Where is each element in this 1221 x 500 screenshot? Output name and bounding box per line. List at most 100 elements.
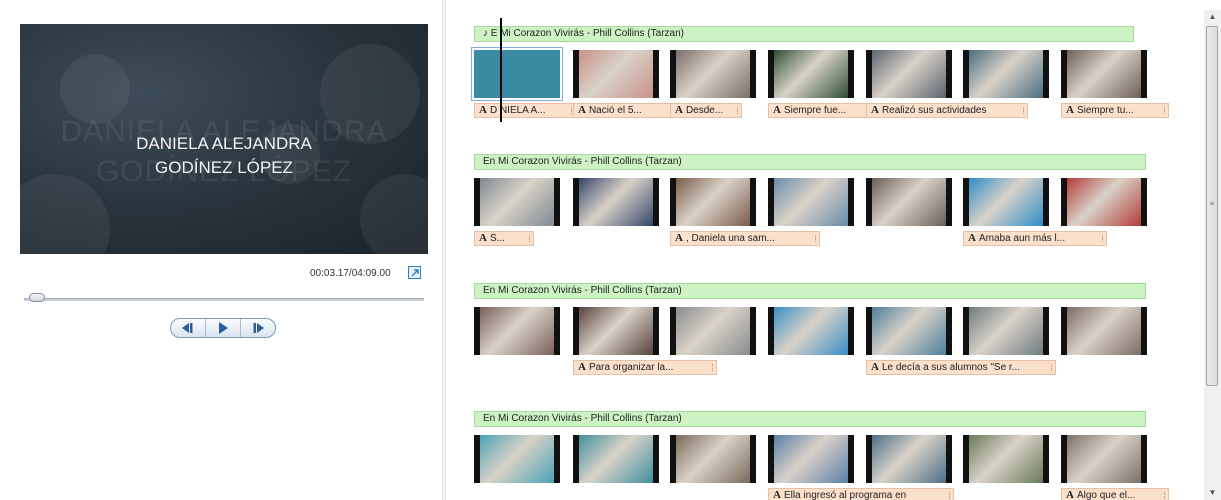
video-clip-thumbnail[interactable] [866,178,952,226]
clip-image [579,178,653,226]
caption-block[interactable]: A Algo que el... [1061,488,1169,500]
clip-image [676,50,750,98]
clip-image [676,435,750,483]
caption-text: , Daniela una sam... [685,233,775,244]
fullscreen-preview-button[interactable] [408,266,421,279]
caption-text: Nació el 5... [588,105,642,116]
video-clip-thumbnail[interactable] [1061,307,1147,355]
video-clip-thumbnail[interactable] [768,307,854,355]
clip-image [969,178,1043,226]
text-caption-icon: A [1066,489,1074,500]
text-caption-icon: A [479,232,487,244]
video-clip-thumbnail[interactable] [1061,178,1147,226]
caption-block[interactable]: A S... [474,231,534,246]
video-clip-thumbnail[interactable] [573,307,659,355]
text-caption-icon: A [871,104,879,116]
text-caption-icon: A [968,232,976,244]
music-track-bar[interactable]: En Mi Corazon Vivirás - Phill Collins (T… [474,283,1146,299]
caption-block[interactable]: A Para organizar la... [573,360,717,375]
video-clip-thumbnail[interactable] [866,50,952,98]
video-clip-thumbnail[interactable] [963,435,1049,483]
clip-image [872,178,946,226]
caption-block[interactable]: A Amaba aun más l... [963,231,1107,246]
video-clip-thumbnail[interactable] [768,435,854,483]
video-clip-thumbnail[interactable] [474,435,560,483]
text-caption-icon: A [675,104,683,116]
caption-text: Le decía a sus alumnos "Se r... [881,362,1021,373]
video-clip-thumbnail[interactable] [573,50,659,98]
caption-block[interactable]: A Siempre fue... [768,103,876,118]
music-track-bar[interactable]: En Mi Corazon Vivirás - Phill Collins (T… [474,154,1146,170]
play-icon [219,322,228,334]
video-clip-thumbnail[interactable] [474,307,560,355]
previous-frame-button[interactable] [171,319,206,337]
next-frame-button[interactable] [241,319,275,337]
clip-image [969,307,1043,355]
video-clip-thumbnail[interactable] [866,307,952,355]
video-clip-thumbnail[interactable] [474,178,560,226]
play-button[interactable] [206,319,241,337]
video-clip-thumbnail[interactable] [670,435,756,483]
video-clip-thumbnail[interactable] [1061,435,1147,483]
caption-block[interactable]: AD NIELA A... [474,103,576,118]
caption-text: Siempre fue... [783,105,847,116]
video-clip-thumbnail[interactable] [573,178,659,226]
music-track-bar[interactable]: ♪ E Mi Corazon Vivirás - Phill Collins (… [474,26,1134,42]
seek-bar[interactable] [24,298,424,301]
video-clip-thumbnail[interactable] [670,50,756,98]
playhead-marker[interactable] [500,18,502,122]
storyboard: ♪ E Mi Corazon Vivirás - Phill Collins (… [446,0,1204,500]
video-clip-thumbnail[interactable] [768,178,854,226]
caption-text: Ella ingresó al programa en [783,490,907,500]
video-preview[interactable]: DANIELA ALEJANDRA GODÍNEZ LÓPEZ DANIELA … [20,24,428,254]
caption-text: S... [489,233,505,244]
clip-image [480,435,554,483]
clip-image [676,307,750,355]
caption-block[interactable]: A Realizó sus actividades [866,103,1028,118]
caption-block[interactable]: A, Daniela una sam... [670,231,820,246]
previous-frame-icon [182,323,193,333]
caption-text: Algo que el... [1076,490,1136,500]
scroll-up-arrow-icon[interactable]: ▲ [1204,10,1221,24]
video-clip-thumbnail[interactable] [963,307,1049,355]
caption-text: Para organizar la... [588,362,674,373]
caption-block[interactable]: A Ella ingresó al programa en [768,488,954,500]
video-clip-thumbnail[interactable] [573,435,659,483]
vertical-scrollbar[interactable]: ▲ ≡ ▼ [1204,10,1221,500]
video-clip-thumbnail[interactable] [670,178,756,226]
video-clip-thumbnail[interactable] [963,178,1049,226]
music-track-bar[interactable]: En Mi Corazon Vivirás - Phill Collins (T… [474,411,1146,427]
caption-block[interactable]: A Le decía a sus alumnos "Se r... [866,360,1056,375]
text-caption-icon: A [675,232,683,244]
clip-image [774,435,848,483]
clip-image [969,50,1043,98]
text-caption-icon: A [578,104,586,116]
text-caption-icon: A [578,361,586,373]
caption-text: Amaba aun más l... [978,233,1066,244]
video-clip-thumbnail[interactable] [670,307,756,355]
seek-thumb[interactable] [29,293,46,302]
caption-block[interactable]: A Desde... [670,103,742,118]
scroll-down-arrow-icon[interactable]: ▼ [1204,486,1221,500]
caption-block[interactable]: A Siempre tu... [1061,103,1169,118]
video-clip-thumbnail[interactable] [1061,50,1147,98]
clip-image [1067,50,1141,98]
video-clip-thumbnail[interactable] [963,50,1049,98]
clip-image [474,50,560,98]
video-clip-thumbnail[interactable] [768,50,854,98]
clip-image [774,307,848,355]
video-clip-thumbnail[interactable] [866,435,952,483]
clip-image [579,307,653,355]
video-clip-thumbnail[interactable] [471,47,563,101]
grip-icon: ≡ [1210,201,1215,208]
scroll-thumb[interactable]: ≡ [1206,26,1218,386]
caption-block[interactable]: A Nació el 5... [573,103,681,118]
clip-image [872,307,946,355]
text-caption-icon: A [1066,104,1074,116]
caption-text: D NIELA A... [489,105,546,116]
clip-image [872,435,946,483]
clip-image [480,307,554,355]
clip-image [774,50,848,98]
clip-image [774,178,848,226]
next-frame-icon [253,323,264,333]
